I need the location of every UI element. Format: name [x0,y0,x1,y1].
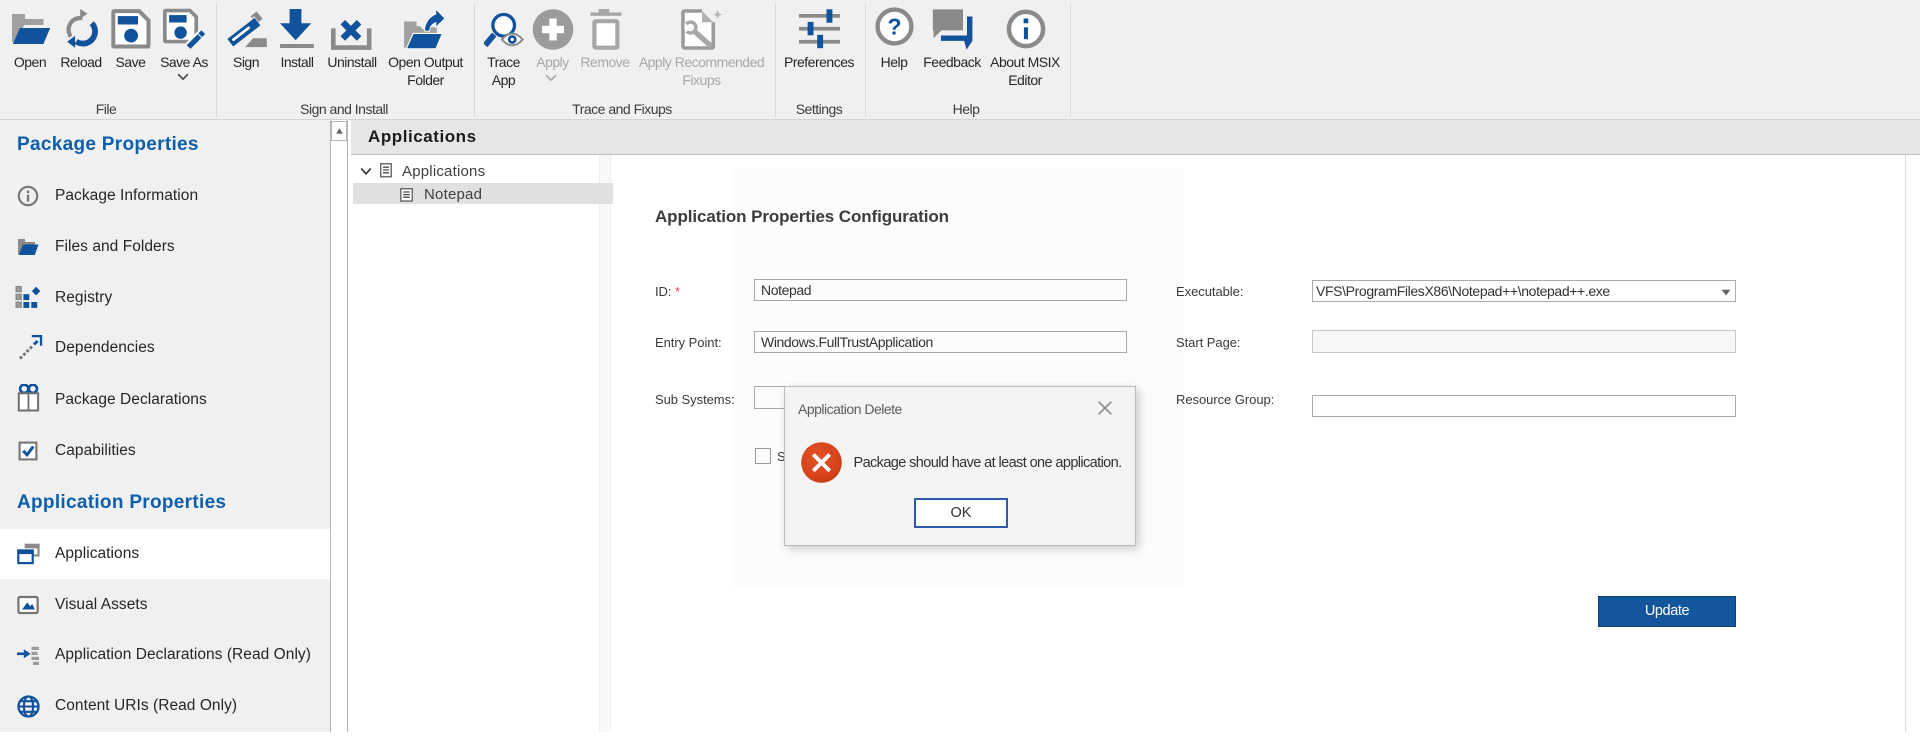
svg-text:?: ? [887,14,901,40]
